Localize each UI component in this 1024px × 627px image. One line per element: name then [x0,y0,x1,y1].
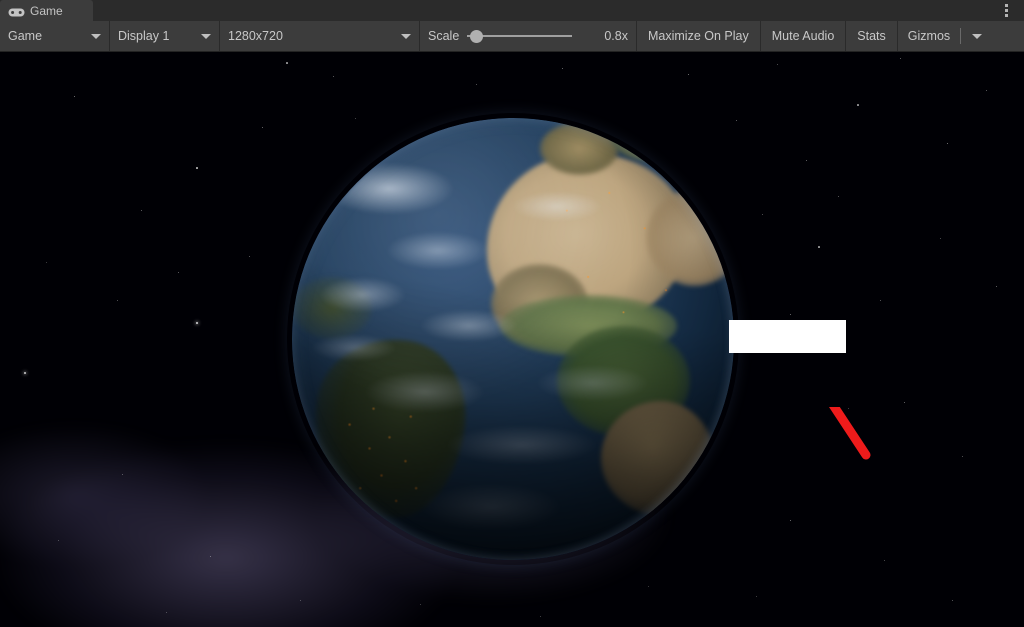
star [884,560,886,562]
star [210,556,212,558]
kebab-dot [1004,4,1008,7]
star [900,58,902,60]
star [962,456,964,458]
highlight-rect [729,320,846,353]
gizmos-divider [960,28,962,44]
star [46,262,47,263]
star [476,84,478,86]
star [688,74,690,76]
star [762,214,764,216]
display-dropdown[interactable]: Display 1 [110,21,220,51]
star [249,256,251,258]
star [806,160,808,162]
kebab-dot [1004,14,1008,17]
star [166,612,168,614]
star [420,604,421,605]
star [286,62,288,64]
scale-control: Scale 0.8x [420,21,637,51]
tab-game[interactable]: Game [0,0,93,21]
view-type-dropdown[interactable]: Game [0,21,110,51]
scale-slider[interactable] [467,29,573,43]
star [940,238,942,240]
mute-audio-button[interactable]: Mute Audio [760,21,847,51]
star [540,616,542,618]
star [300,600,302,602]
gizmos-button[interactable]: Gizmos [897,21,994,51]
star [736,120,738,122]
star [24,372,26,374]
star [178,272,180,274]
star [74,96,76,98]
scale-slider-knob[interactable] [470,29,484,43]
star [117,300,119,302]
resolution-dropdown-label: 1280x720 [228,29,283,43]
star [996,286,998,288]
star [818,246,820,248]
star [58,540,60,542]
kebab-menu-icon[interactable] [998,2,1014,19]
chevron-down-icon [401,33,411,39]
star [790,314,792,316]
game-view-canvas[interactable] [0,52,1024,627]
star [122,474,124,476]
star [952,600,954,602]
maximize-on-play-button[interactable]: Maximize On Play [637,21,761,51]
earth-sphere [292,118,734,560]
display-dropdown-label: Display 1 [118,29,170,43]
star [562,68,564,70]
star [196,167,198,169]
game-view-toolbar: Game Display 1 1280x720 Scale 0.8x Maxim… [0,21,1024,52]
star [141,210,143,212]
scale-label: Scale [428,29,460,43]
star [648,586,649,587]
earth-rim-light [292,118,734,560]
earth-globe [292,118,734,560]
resolution-dropdown[interactable]: 1280x720 [220,21,420,51]
gizmos-label: Gizmos [907,29,951,43]
view-type-dropdown-label: Game [8,29,43,43]
scale-slider-track [467,35,573,37]
unity-game-window: Game Game Display 1 1280x720 Scale 0.8x … [0,0,1024,627]
star [756,596,757,597]
star [196,322,199,325]
scale-value: 0.8x [604,29,628,43]
star [262,127,264,129]
kebab-dot [1004,9,1008,12]
star [904,402,906,404]
gamepad-icon [8,5,25,17]
tab-game-label: Game [30,3,63,18]
star [986,90,988,92]
star [947,143,949,145]
stats-button[interactable]: Stats [846,21,898,51]
star [333,76,335,78]
star [880,300,882,302]
annotation-arrow-icon [829,407,871,460]
tab-strip: Game [0,0,1024,21]
chevron-down-icon[interactable] [972,33,983,39]
star [857,104,859,106]
chevron-down-icon [91,33,101,39]
star [777,64,779,66]
chevron-down-icon [201,33,211,39]
star [838,196,840,198]
